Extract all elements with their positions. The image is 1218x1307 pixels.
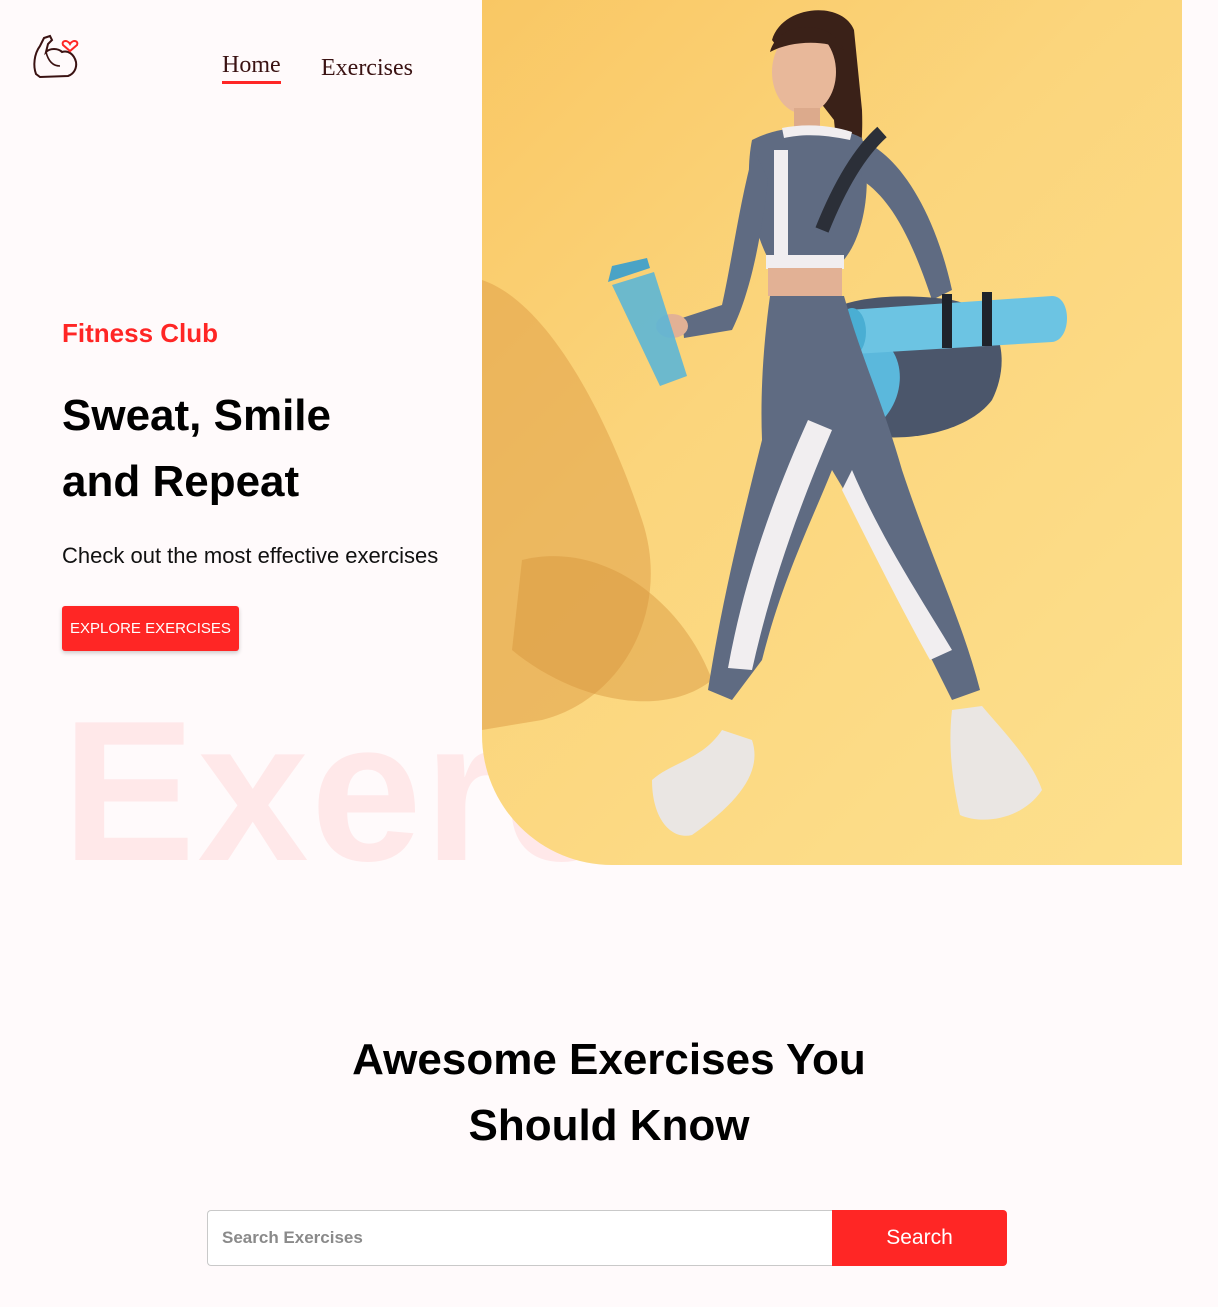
search-button[interactable]: Search — [832, 1210, 1007, 1266]
hero-title: Sweat, Smile and Repeat — [62, 383, 331, 515]
woman-with-gym-bag-illustration — [482, 10, 1067, 836]
flexed-bicep-heart-icon[interactable] — [30, 30, 82, 82]
nav-home-link[interactable]: Home — [222, 52, 281, 84]
hero-title-line1: Sweat, Smile — [62, 391, 332, 440]
search-section-title-line1: Awesome Exercises You — [352, 1035, 866, 1084]
nav-exercises-link[interactable]: Exercises — [321, 55, 413, 82]
hero-kicker: Fitness Club — [62, 318, 219, 348]
search-section-title-line2: Should Know — [468, 1101, 750, 1150]
search-section-title: Awesome Exercises You Should Know — [0, 1027, 1218, 1159]
search-input[interactable] — [207, 1210, 832, 1266]
hero-banner-image — [482, 0, 1182, 865]
hero-subtitle: Check out the most effective exercises — [62, 543, 439, 568]
hero-title-line2: and Repeat — [62, 457, 300, 506]
explore-exercises-button[interactable]: EXPLORE EXERCISES — [62, 606, 239, 651]
